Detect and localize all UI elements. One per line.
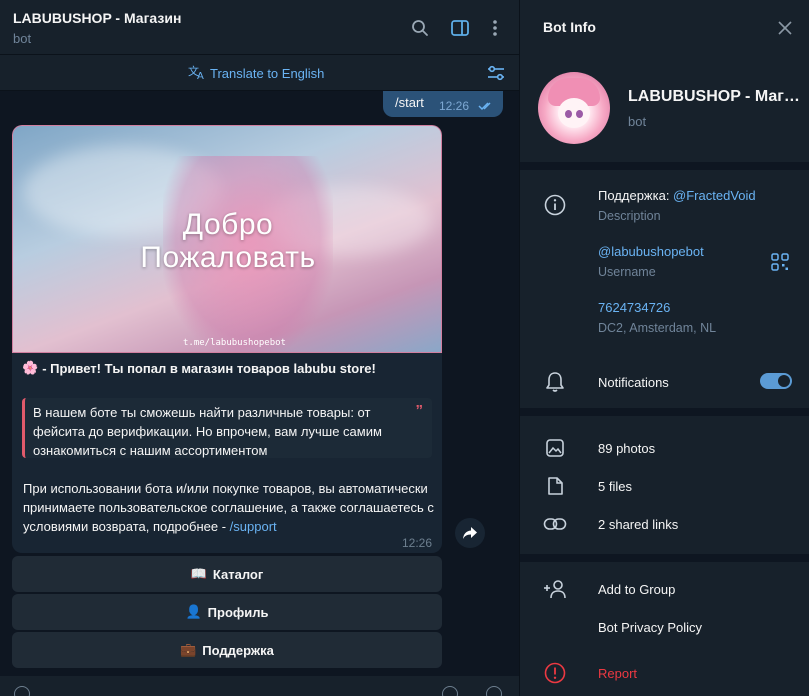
microphone-icon[interactable] [486,686,502,696]
bot-id-value[interactable]: 7624734726 [598,300,670,315]
more-icon[interactable] [484,17,506,39]
notifications-toggle[interactable] [760,373,792,389]
notifications-label: Notifications [598,375,669,390]
shared-photos[interactable]: 89 photos [598,441,655,456]
datacenter-label: DC2, Amsterdam, NL [598,321,717,335]
avatar-eye [576,110,583,118]
description-prefix: Поддержка: [598,188,674,203]
message-body-text: При использовании бота и/или покупке тов… [23,481,434,534]
quote-text: В нашем боте ты сможешь найти различные … [33,405,382,458]
translate-button[interactable]: 文A Translate to English [188,64,324,83]
username-value[interactable]: @labubushopebot [598,244,704,259]
description-label: Description [598,209,661,223]
bell-icon [543,370,567,394]
incoming-message[interactable]: Добро Пожаловать t.me/labubushopebot 🌸 -… [12,125,442,553]
qr-code-icon[interactable] [771,253,789,271]
avatar-eye [565,110,572,118]
shared-files[interactable]: 5 files [598,479,632,494]
info-icon [543,193,567,217]
emoji-icon[interactable] [442,686,458,696]
banner-line-2: Пожаловать [140,241,316,274]
section-separator [520,162,809,170]
translate-icon: 文A [188,64,206,83]
quote-block: В нашем боте ты сможешь найти различные … [22,398,432,458]
person-emoji-icon: 👤 [185,604,202,619]
outgoing-text: /start [395,95,424,110]
translate-settings-icon[interactable] [486,63,506,83]
close-icon[interactable] [776,19,794,37]
avatar[interactable] [538,72,610,144]
section-separator [520,554,809,562]
greeting-text: - Привет! Ты попал в магазин товаров lab… [42,360,376,376]
keyboard-button-catalog[interactable]: 📖 Каталог [12,556,442,592]
avatar-face [558,98,590,128]
quote-mark-icon: ” [415,402,424,419]
outgoing-message[interactable]: /start 12:26 [383,91,503,117]
flower-emoji-icon: 🌸 [22,360,39,375]
privacy-policy-link[interactable]: Bot Privacy Policy [598,620,702,635]
svg-text:A: A [197,71,204,80]
report-icon [543,661,567,685]
translate-bar: 文A Translate to English [0,55,519,91]
sidebar-toggle-icon[interactable] [449,17,471,39]
username-label: Username [598,265,656,279]
message-input-bar[interactable] [0,676,519,696]
briefcase-emoji-icon: 💼 [180,642,197,657]
welcome-banner-image[interactable]: Добро Пожаловать t.me/labubushopebot [12,125,442,353]
chat-title: LABUBUSHOP - Магазин [13,10,182,26]
keyboard-button-support[interactable]: 💼 Поддержка [12,632,442,668]
shared-links[interactable]: 2 shared links [598,517,678,532]
search-icon[interactable] [409,17,431,39]
photos-icon [543,436,567,460]
book-emoji-icon: 📖 [190,566,207,581]
toggle-knob [778,375,790,387]
add-user-icon [543,577,567,601]
link-icon [543,512,567,536]
chat-subtitle: bot [13,31,32,46]
keyboard-button-label: Профиль [207,604,269,620]
chat-panel: LABUBUSHOP - Магазин bot 文A Translate to… [0,0,519,696]
banner-link-text: t.me/labubushopebot [183,338,286,348]
keyboard-button-label: Каталог [212,566,264,582]
info-title: Bot Info [543,19,596,35]
chat-header[interactable]: LABUBUSHOP - Магазин bot [0,0,519,55]
incoming-time: 12:26 [401,536,432,550]
support-user-link[interactable]: @FractedVoid [673,188,756,203]
outgoing-time: 12:26 [439,99,470,113]
double-check-icon [478,99,494,114]
description-value: Поддержка: @FractedVoid [598,188,756,203]
bot-subtitle: bot [628,114,647,129]
section-separator [520,408,809,416]
greeting: 🌸 - Привет! Ты попал в магазин товаров l… [22,360,376,376]
message-body: При использовании бота и/или покупке тов… [23,479,435,536]
bot-name: LABUBUSHOP - Магазин [628,88,803,105]
support-command-link[interactable]: /support [230,519,277,534]
add-to-group-button[interactable]: Add to Group [598,582,675,597]
bot-info-panel: Bot Info LABUBUSHOP - Магазин bot Поддер… [520,0,809,696]
banner-line-1: Добро [182,208,274,241]
banner-text: Добро Пожаловать [13,208,441,274]
share-button[interactable] [455,518,485,548]
report-button[interactable]: Report [598,666,637,681]
translate-label: Translate to English [210,66,325,81]
file-icon [543,474,567,498]
share-icon [463,527,477,539]
attach-icon[interactable] [14,686,30,696]
keyboard-button-label: Поддержка [202,642,274,658]
keyboard-button-profile[interactable]: 👤 Профиль [12,594,442,630]
